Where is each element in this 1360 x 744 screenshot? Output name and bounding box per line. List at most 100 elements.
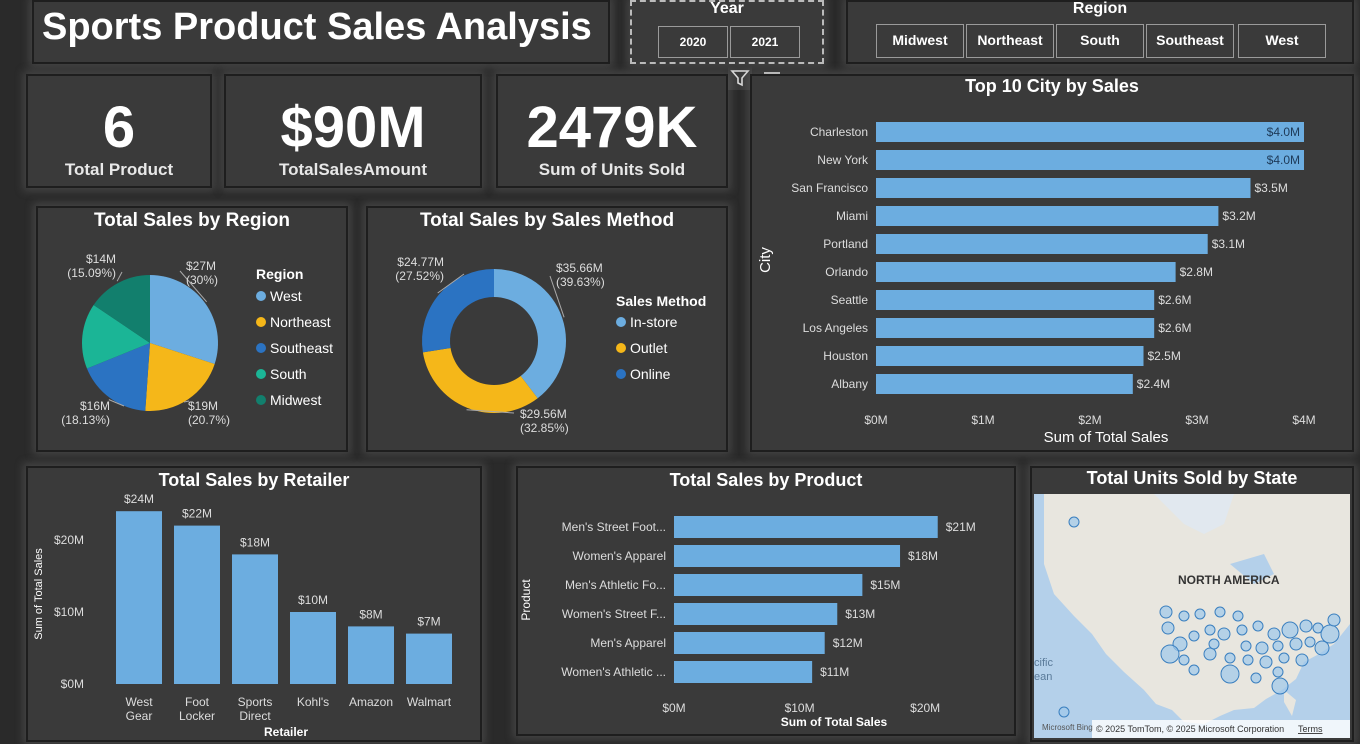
- region-southeast-button[interactable]: Southeast: [1146, 24, 1234, 58]
- tick-label: $10M: [54, 605, 84, 619]
- kpi-label: TotalSalesAmount: [279, 160, 427, 179]
- bar: [674, 516, 938, 538]
- bar: [674, 545, 901, 567]
- region-south-button[interactable]: South: [1056, 24, 1144, 58]
- data-label: (18.13%): [61, 413, 110, 427]
- legend-item[interactable]: Southeast: [256, 340, 333, 356]
- x-axis-label: Retailer: [264, 725, 308, 739]
- region-west-button[interactable]: West: [1238, 24, 1326, 58]
- product-bar-chart: Men's Street Foot... $21M Women's Apparel $…: [519, 516, 976, 729]
- data-label: $7M: [417, 615, 440, 629]
- x-axis-label: Sum of Total Sales: [1044, 429, 1169, 446]
- legend-item[interactable]: West: [256, 288, 302, 304]
- legend-item[interactable]: South: [256, 366, 307, 382]
- region-slicer-title: Region: [1072, 0, 1128, 17]
- region-pie-panel: Total Sales by Region $27M (30%) $19M (20.7…: [36, 206, 348, 452]
- map-ocean-label: ean: [1034, 671, 1052, 683]
- tick-label: $0M: [61, 677, 84, 691]
- map-bubble: [1214, 606, 1226, 618]
- legend-dot: [616, 343, 626, 353]
- map-bubble: [1203, 647, 1217, 661]
- data-label: $18M: [908, 549, 938, 563]
- map-bubble: [1272, 640, 1284, 652]
- year-slicer: Year 2020 2021: [630, 0, 824, 64]
- map-bubble: [1232, 610, 1244, 622]
- map-bubble: [1278, 652, 1290, 664]
- region-northeast-button[interactable]: Northeast: [966, 24, 1054, 58]
- legend-item[interactable]: In-store: [616, 314, 677, 330]
- map-bubble: [1236, 624, 1248, 636]
- tick-label: $4M: [1292, 413, 1315, 427]
- map-bubble: [1320, 624, 1340, 644]
- category-label: Men's Apparel: [590, 636, 666, 650]
- legend-label: Online: [630, 366, 671, 382]
- map-bubble: [1161, 621, 1175, 635]
- map-region-label: NORTH AMERICA: [1178, 573, 1280, 587]
- map-panel: Total Units Sold by State NORTH AMERICA …: [1030, 466, 1354, 742]
- data-label: $2.6M: [1158, 293, 1191, 307]
- map-bubble: [1208, 638, 1220, 650]
- data-label: (30%): [186, 273, 218, 287]
- map-ocean-label: cific: [1034, 657, 1053, 669]
- data-label: $3.2M: [1222, 209, 1255, 223]
- kpi-value: 2479K: [526, 95, 698, 160]
- data-label: (27.52%): [395, 269, 444, 283]
- data-label: $29.56M: [520, 407, 567, 421]
- legend-item[interactable]: Midwest: [256, 392, 321, 408]
- map-bubble: [1295, 653, 1309, 667]
- legend-dot: [616, 369, 626, 379]
- category-label: Seattle: [831, 293, 869, 307]
- year-slicer-title: Year: [710, 0, 744, 17]
- legend-label: Outlet: [630, 340, 668, 356]
- legend-title: Sales Method: [616, 293, 707, 309]
- map-brand: Microsoft Bing: [1042, 723, 1093, 732]
- data-label: $2.6M: [1158, 321, 1191, 335]
- category-label: Walmart: [407, 695, 452, 709]
- category-label: Orlando: [825, 265, 868, 279]
- leader-line: [116, 271, 123, 282]
- data-label: $2.4M: [1137, 377, 1170, 391]
- map-bubble: [1281, 621, 1299, 639]
- category-label: West: [125, 695, 153, 709]
- page-title: Sports Product Sales Analysis: [42, 6, 592, 48]
- tick-label: $20M: [910, 701, 940, 715]
- map-terms-link[interactable]: Terms: [1298, 724, 1323, 734]
- legend-item[interactable]: Online: [616, 366, 670, 382]
- bar: [674, 661, 813, 683]
- data-label: $12M: [833, 636, 863, 650]
- retailer-bar-chart: $0M $10M $20M $24M WestGear $22M FootLocker $18…: [33, 492, 452, 739]
- kpi-units-sold: 2479K Sum of Units Sold: [496, 74, 728, 188]
- map-bubble: [1299, 619, 1313, 633]
- region-slicer: Region Midwest Northeast South Southeast…: [846, 0, 1354, 64]
- category-label: Miami: [836, 209, 868, 223]
- bar: [876, 318, 1155, 338]
- legend-item[interactable]: Northeast: [256, 314, 331, 330]
- map-bubble: [1259, 655, 1273, 669]
- title-panel: Sports Product Sales Analysis: [32, 0, 610, 64]
- legend-label: Southeast: [270, 340, 334, 356]
- category-label: Women's Apparel: [573, 549, 666, 563]
- units-sold-map[interactable]: NORTH AMERICA cific ean Microsoft Bing ©…: [1034, 494, 1350, 738]
- category-label: Los Angeles: [803, 321, 868, 335]
- category-label: Gear: [126, 709, 153, 723]
- data-label: $24.77M: [397, 255, 444, 269]
- year-2020-button[interactable]: 2020: [658, 26, 728, 58]
- map-bubble: [1224, 652, 1236, 664]
- filter-icon[interactable]: [728, 66, 752, 90]
- bar: [348, 626, 394, 684]
- map-bubble: [1314, 640, 1330, 656]
- legend-dot: [256, 343, 266, 353]
- category-label: Houston: [823, 349, 868, 363]
- data-label: $8M: [359, 607, 382, 621]
- legend-label: South: [270, 366, 307, 382]
- year-2021-button[interactable]: 2021: [730, 26, 800, 58]
- data-label: (20.7%): [188, 413, 230, 427]
- bar: [876, 206, 1219, 226]
- data-label: $4.0M: [1267, 153, 1300, 167]
- region-midwest-button[interactable]: Midwest: [876, 24, 964, 58]
- tick-label: $1M: [971, 413, 994, 427]
- bar: [116, 511, 162, 684]
- map-bubble: [1304, 636, 1316, 648]
- legend-item[interactable]: Outlet: [616, 340, 667, 356]
- category-label: Sports: [238, 695, 273, 709]
